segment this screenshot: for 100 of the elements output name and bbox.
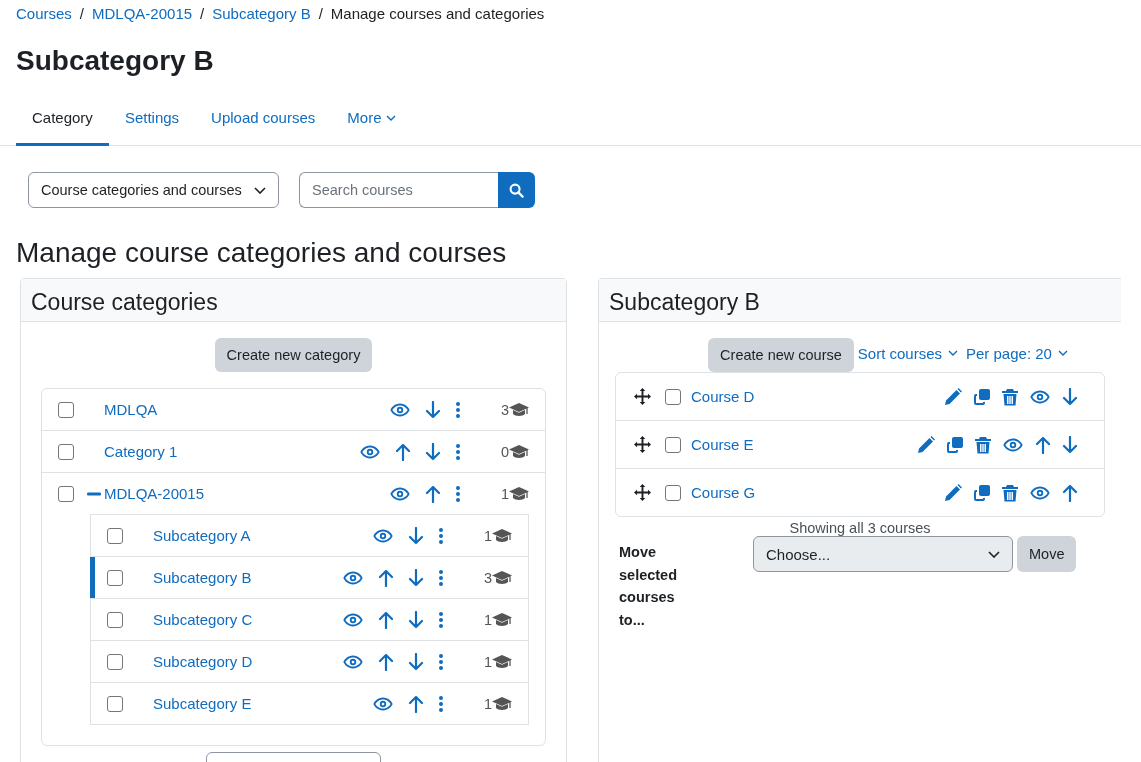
checkbox[interactable] [58, 443, 74, 460]
kebab-menu-icon[interactable] [455, 442, 461, 461]
up-arrow-icon[interactable] [378, 610, 394, 629]
breadcrumb-link[interactable]: Subcategory B [212, 4, 311, 22]
checkbox[interactable] [665, 388, 681, 405]
per-page-dropdown[interactable]: Per page: 20 [966, 344, 1068, 362]
pencil-icon[interactable] [944, 483, 962, 502]
caret-icon [948, 350, 958, 356]
tab[interactable]: Category [16, 99, 109, 146]
panel-title: Subcategory B [609, 288, 761, 317]
breadcrumb-separator: / [200, 4, 205, 22]
panel-title: Course categories [31, 288, 219, 317]
category-link[interactable]: Subcategory A [153, 527, 372, 544]
kebab-menu-icon[interactable] [455, 400, 461, 419]
tab[interactable]: Upload courses [195, 99, 332, 146]
search-icon [509, 182, 524, 198]
chevron-down-icon [988, 550, 1000, 558]
graduation-cap-icon [509, 402, 530, 417]
breadcrumb-separator: / [79, 4, 85, 22]
kebab-menu-icon[interactable] [438, 526, 444, 545]
search-field[interactable]: Search courses [299, 172, 498, 208]
course-count: 3 [484, 569, 493, 586]
move-handle-icon[interactable] [634, 484, 651, 501]
create-course-button[interactable]: Create new course [708, 338, 854, 372]
graduation-cap-icon [509, 444, 530, 459]
move-destination-select[interactable]: Choose... [753, 536, 1013, 572]
kebab-menu-icon[interactable] [438, 610, 444, 629]
category-link[interactable]: Subcategory E [153, 695, 372, 712]
graduation-cap-icon [492, 696, 513, 711]
up-arrow-icon[interactable] [1035, 435, 1051, 454]
copy-icon[interactable] [973, 387, 991, 406]
down-arrow-icon[interactable] [408, 610, 424, 629]
search-button[interactable] [498, 172, 535, 208]
up-arrow-icon[interactable] [1062, 483, 1078, 502]
down-arrow-icon[interactable] [425, 400, 441, 419]
copy-icon[interactable] [973, 483, 991, 502]
kebab-menu-icon[interactable] [455, 484, 461, 503]
category-link[interactable]: Subcategory D [153, 653, 342, 670]
down-arrow-icon[interactable] [425, 442, 441, 461]
tab[interactable]: More [331, 99, 412, 146]
checkbox[interactable] [107, 527, 123, 544]
checkbox[interactable] [107, 611, 123, 628]
category-link[interactable]: Subcategory B [153, 569, 342, 586]
breadcrumb-current: Manage courses and categories [330, 4, 545, 22]
up-arrow-icon[interactable] [378, 568, 394, 587]
down-arrow-icon[interactable] [408, 652, 424, 671]
kebab-menu-icon[interactable] [438, 694, 444, 713]
category-link[interactable]: Subcategory C [153, 611, 342, 628]
up-arrow-icon[interactable] [408, 694, 424, 713]
collapse-icon[interactable] [87, 491, 101, 496]
kebab-menu-icon[interactable] [438, 652, 444, 671]
checkbox[interactable] [107, 569, 123, 586]
checkbox[interactable] [58, 401, 74, 418]
tab[interactable]: Settings [108, 99, 196, 146]
up-arrow-icon[interactable] [378, 652, 394, 671]
course-link[interactable]: Course E [691, 436, 917, 453]
up-arrow-icon[interactable] [395, 442, 411, 461]
down-arrow-icon[interactable] [408, 526, 424, 545]
course-count: 1 [484, 695, 493, 712]
view-select-dropdown[interactable]: Course categories and courses [28, 172, 279, 208]
course-count: 3 [501, 401, 510, 418]
trash-icon[interactable] [975, 435, 991, 454]
course-count: 1 [501, 485, 510, 502]
course-count: 1 [484, 527, 493, 544]
breadcrumb-separator: / [318, 4, 323, 22]
page-title: Subcategory B [16, 44, 215, 78]
pencil-icon[interactable] [944, 387, 962, 406]
trash-icon[interactable] [1002, 483, 1018, 502]
move-handle-icon[interactable] [634, 388, 651, 405]
checkbox[interactable] [58, 485, 74, 502]
category-link[interactable]: MDLQA-20015 [104, 485, 389, 502]
course-count: 1 [484, 653, 493, 670]
down-arrow-icon[interactable] [1062, 387, 1078, 406]
up-arrow-icon[interactable] [425, 484, 441, 503]
checkbox[interactable] [665, 436, 681, 453]
chevron-down-icon [254, 186, 266, 194]
checkbox[interactable] [107, 653, 123, 670]
breadcrumb-link[interactable]: MDLQA-20015 [92, 4, 193, 22]
course-link[interactable]: Course G [691, 484, 944, 501]
move-label: Move selected courses to... [619, 543, 679, 630]
category-link[interactable]: Category 1 [104, 443, 359, 460]
down-arrow-icon[interactable] [408, 568, 424, 587]
create-category-button[interactable]: Create new category [214, 338, 373, 372]
course-link[interactable]: Course D [691, 388, 944, 405]
trash-icon[interactable] [1002, 387, 1018, 406]
copy-icon[interactable] [946, 435, 964, 454]
checkbox[interactable] [665, 484, 681, 501]
move-button[interactable]: Move [1017, 536, 1077, 572]
checkbox[interactable] [107, 695, 123, 712]
down-arrow-icon[interactable] [1062, 435, 1078, 454]
breadcrumb-link[interactable]: Courses [16, 4, 72, 22]
sort-courses-dropdown[interactable]: Sort courses [857, 344, 958, 362]
move-handle-icon[interactable] [634, 436, 651, 453]
caret-icon [1057, 350, 1068, 356]
pencil-icon[interactable] [917, 435, 935, 454]
kebab-menu-icon[interactable] [438, 568, 444, 587]
category-link[interactable]: MDLQA [104, 401, 389, 418]
course-count: 1 [484, 611, 493, 628]
graduation-cap-icon [492, 612, 513, 627]
course-count: 0 [501, 443, 510, 460]
